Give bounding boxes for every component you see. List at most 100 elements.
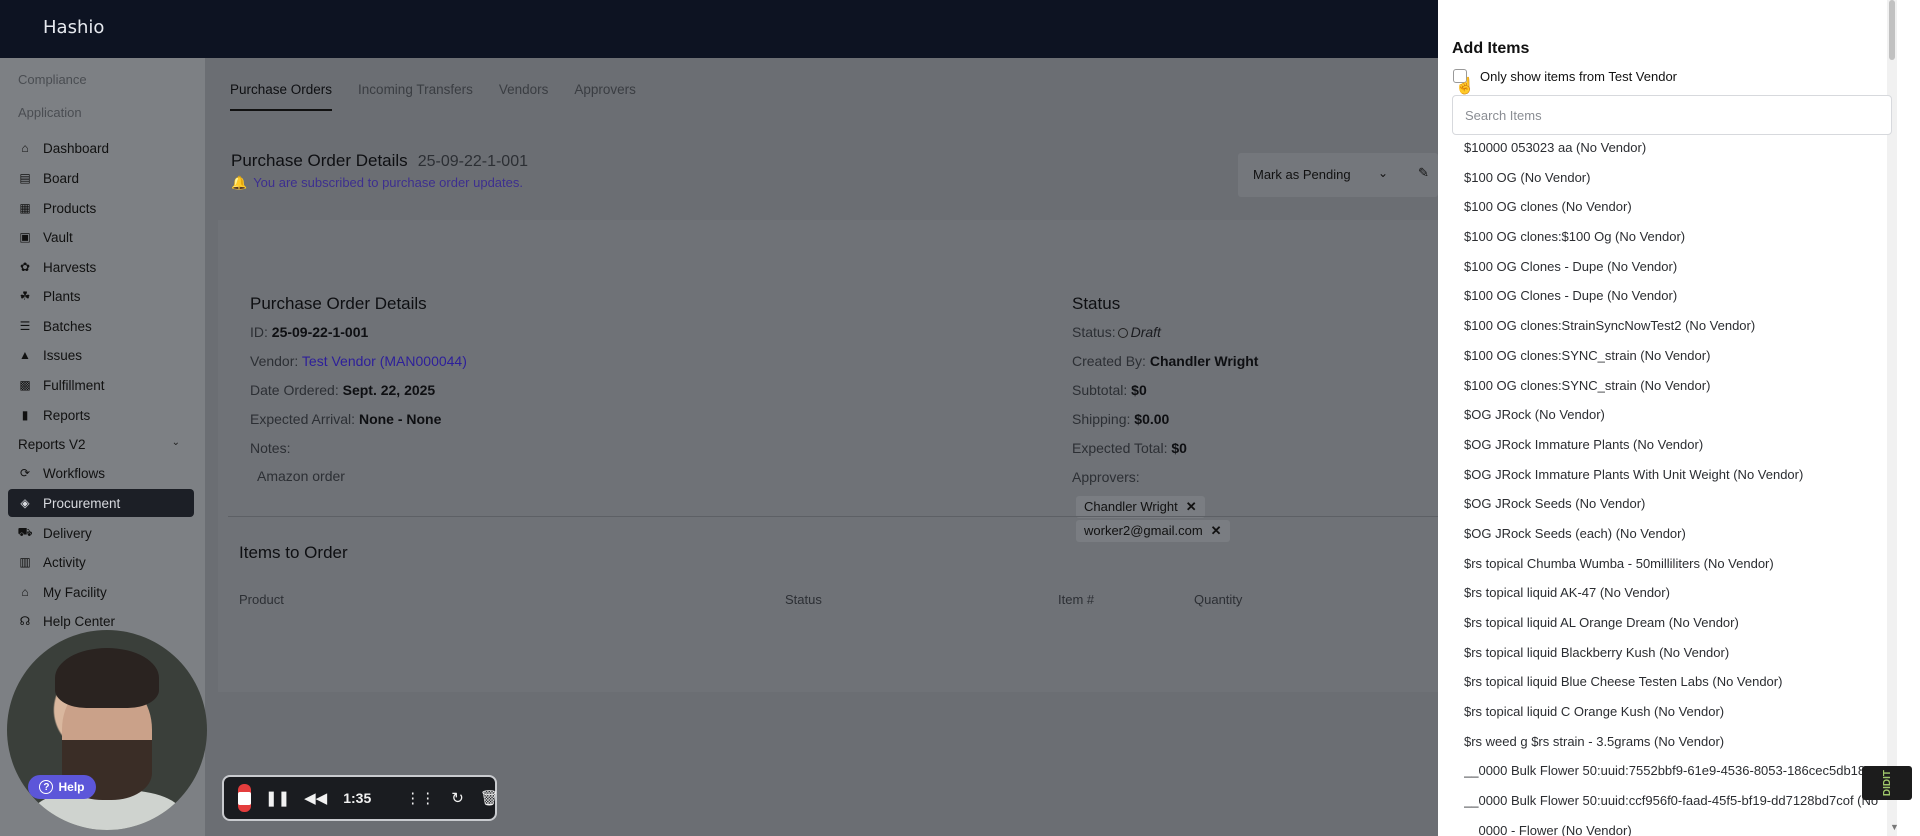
sidebar-item-dashboard[interactable]: ⌂ Dashboard bbox=[8, 134, 194, 162]
list-item[interactable]: $OG JRock (No Vendor) bbox=[1464, 406, 1884, 436]
sidebar-item-harvests[interactable]: ✿ Harvests bbox=[8, 253, 194, 281]
vendor-filter-label[interactable]: Only show items from Test Vendor bbox=[1480, 69, 1677, 84]
list-item[interactable]: $OG JRock Immature Plants (No Vendor) bbox=[1464, 436, 1884, 466]
list-item[interactable]: $rs topical liquid Blue Cheese Testen La… bbox=[1464, 673, 1884, 703]
sidebar-item-delivery[interactable]: ⛟ Delivery bbox=[8, 519, 194, 547]
sidebar-item-batches[interactable]: ☰ Batches bbox=[8, 312, 194, 340]
list-item[interactable]: $100 OG clones:$100 Og (No Vendor) bbox=[1464, 228, 1884, 258]
section-application[interactable]: Application bbox=[18, 105, 82, 120]
tab-approvers[interactable]: Approvers bbox=[574, 82, 636, 111]
trash-icon[interactable]: 🗑 bbox=[480, 789, 499, 807]
section-compliance[interactable]: Compliance bbox=[18, 72, 87, 87]
reports-icon: ▮ bbox=[21, 408, 29, 422]
sidebar-item-label: Activity bbox=[43, 554, 86, 570]
help-label: Help bbox=[58, 780, 85, 794]
add-items-title: Add Items bbox=[1452, 40, 1530, 57]
close-icon[interactable]: ✕ bbox=[1211, 523, 1222, 538]
stop-record-button[interactable] bbox=[238, 784, 251, 812]
restart-icon[interactable]: ↻ bbox=[451, 789, 464, 807]
sidebar-item-my-facility[interactable]: ⌂ My Facility bbox=[8, 578, 194, 606]
column-product: Product bbox=[239, 592, 284, 607]
truck-icon: ⛟ bbox=[17, 525, 33, 539]
field-vendor: Vendor: Test Vendor (MAN000044) bbox=[250, 353, 467, 369]
sidebar-item-label: Harvests bbox=[43, 259, 97, 275]
sidebar-item-fulfillment[interactable]: ▩ Fulfillment bbox=[8, 371, 194, 399]
list-item[interactable]: $rs weed g $rs strain - 3.5grams (No Ven… bbox=[1464, 733, 1884, 763]
list-item[interactable]: $100 OG clones:SYNC_strain (No Vendor) bbox=[1464, 377, 1884, 407]
help-button[interactable]: ? Help bbox=[28, 775, 96, 799]
grid-icon[interactable]: ⋮⋮ bbox=[405, 789, 435, 807]
tab-vendors[interactable]: Vendors bbox=[499, 82, 549, 111]
list-item[interactable]: __0000 Bulk Flower 50:uuid:7552bbf9-61e9… bbox=[1464, 762, 1884, 792]
sidebar-item-workflows[interactable]: ⟳ Workflows bbox=[8, 459, 194, 487]
list-item[interactable]: $100 OG Clones - Dupe (No Vendor) bbox=[1464, 287, 1884, 317]
vault-icon: ▣ bbox=[19, 230, 31, 244]
field-id: ID: 25-09-22-1-001 bbox=[250, 324, 369, 340]
mark-pending-button[interactable]: Mark as Pending bbox=[1253, 167, 1351, 182]
chevron-down-icon[interactable]: ⌄ bbox=[1378, 166, 1388, 180]
search-items-input[interactable] bbox=[1452, 95, 1892, 135]
field-approvers-label: Approvers: bbox=[1072, 469, 1140, 485]
list-item[interactable]: $100 OG (No Vendor) bbox=[1464, 169, 1884, 199]
sidebar-item-label: Plants bbox=[43, 288, 81, 304]
actions-bar: Mark as Pending ⌄ ✎ bbox=[1238, 153, 1438, 197]
list-item[interactable]: $rs topical liquid AK-47 (No Vendor) bbox=[1464, 584, 1884, 614]
scrollbar-thumb[interactable] bbox=[1889, 0, 1895, 60]
field-expected-total: Expected Total: $0 bbox=[1072, 440, 1187, 456]
close-icon[interactable]: ✕ bbox=[1186, 499, 1197, 514]
list-item[interactable]: $rs topical Chumba Wumba - 50milliliters… bbox=[1464, 555, 1884, 585]
stop-icon bbox=[238, 791, 251, 805]
webcam-hair bbox=[55, 648, 159, 708]
sidebar-item-issues[interactable]: ▲ Issues bbox=[8, 341, 194, 369]
pointer-cursor-icon: ☝ bbox=[1455, 78, 1475, 95]
list-item[interactable]: $100 OG clones:SYNC_strain (No Vendor) bbox=[1464, 347, 1884, 377]
list-item[interactable]: $100 OG clones:StrainSyncNowTest2 (No Ve… bbox=[1464, 317, 1884, 347]
sidebar-item-label: Batches bbox=[43, 318, 92, 334]
sidebar-item-plants[interactable]: ☘ Plants bbox=[8, 282, 194, 310]
didit-badge[interactable]: DIDIT bbox=[1862, 766, 1912, 800]
sidebar-item-products[interactable]: ▦ Products bbox=[8, 194, 194, 222]
vendor-link[interactable]: Test Vendor (MAN000044) bbox=[302, 353, 467, 369]
list-item[interactable]: __0000 Bulk Flower 50:uuid:ccf956f0-faad… bbox=[1464, 792, 1884, 822]
sidebar-item-label: Help Center bbox=[43, 613, 116, 629]
list-item[interactable]: $10000 053023 aa (No Vendor) bbox=[1464, 139, 1884, 169]
list-item[interactable]: $OG JRock Seeds (No Vendor) bbox=[1464, 495, 1884, 525]
list-item[interactable]: __0000 - Flower (No Vendor) bbox=[1464, 822, 1884, 836]
list-item[interactable]: $100 OG clones (No Vendor) bbox=[1464, 198, 1884, 228]
list-item[interactable]: $rs topical liquid Blackberry Kush (No V… bbox=[1464, 644, 1884, 674]
sidebar-item-vault[interactable]: ▣ Vault bbox=[8, 223, 194, 251]
list-item[interactable]: $rs topical liquid AL Orange Dream (No V… bbox=[1464, 614, 1884, 644]
sidebar-item-reports[interactable]: ▮ Reports bbox=[8, 401, 194, 429]
list-item[interactable]: $OG JRock Immature Plants With Unit Weig… bbox=[1464, 466, 1884, 496]
sidebar-item-reports-v2[interactable]: Reports V2 ⌄ bbox=[8, 430, 194, 458]
tab-bar: Purchase Orders Incoming Transfers Vendo… bbox=[230, 82, 636, 111]
plants-icon: ☘ bbox=[19, 289, 31, 303]
tab-purchase-orders[interactable]: Purchase Orders bbox=[230, 82, 333, 111]
question-icon: ? bbox=[39, 780, 54, 794]
draft-circle-icon bbox=[1117, 328, 1128, 338]
list-item[interactable]: $OG JRock Seeds (each) (No Vendor) bbox=[1464, 525, 1884, 555]
field-created-by: Created By: Chandler Wright bbox=[1072, 353, 1259, 369]
products-icon: ▦ bbox=[19, 201, 31, 215]
sidebar-item-label: My Facility bbox=[43, 584, 107, 600]
sidebar-item-activity[interactable]: ▥ Activity bbox=[8, 548, 194, 576]
rewind-icon[interactable]: ◀◀ bbox=[304, 789, 327, 807]
recorder-toolbar: ❚❚ ◀◀ 1:35 ⋮⋮ ↻ 🗑 bbox=[222, 775, 499, 821]
approver-chip: Chandler Wright ✕ bbox=[1076, 496, 1205, 518]
scroll-down-icon[interactable]: ▼ bbox=[1890, 822, 1899, 832]
edit-icon[interactable]: ✎ bbox=[1418, 165, 1429, 181]
list-item[interactable]: $100 OG Clones - Dupe (No Vendor) bbox=[1464, 258, 1884, 288]
list-item[interactable]: $rs topical liquid C Orange Kush (No Ven… bbox=[1464, 703, 1884, 733]
sidebar-item-board[interactable]: ▤ Board bbox=[8, 164, 194, 192]
sidebar-item-procurement[interactable]: ◈ Procurement bbox=[8, 489, 194, 517]
pause-icon[interactable]: ❚❚ bbox=[265, 789, 290, 807]
chevron-down-icon[interactable]: ⌄ bbox=[172, 437, 180, 448]
headset-icon: ☊ bbox=[19, 614, 31, 628]
brand-logo[interactable]: Hashio bbox=[43, 17, 104, 38]
details-heading: Purchase Order Details bbox=[250, 294, 427, 313]
sidebar-item-label: Procurement bbox=[43, 495, 121, 511]
subscription-text: You are subscribed to purchase order upd… bbox=[253, 175, 523, 190]
tab-incoming-transfers[interactable]: Incoming Transfers bbox=[358, 82, 473, 111]
sidebar-item-label: Products bbox=[43, 200, 97, 216]
webcam-overlay bbox=[7, 630, 207, 830]
